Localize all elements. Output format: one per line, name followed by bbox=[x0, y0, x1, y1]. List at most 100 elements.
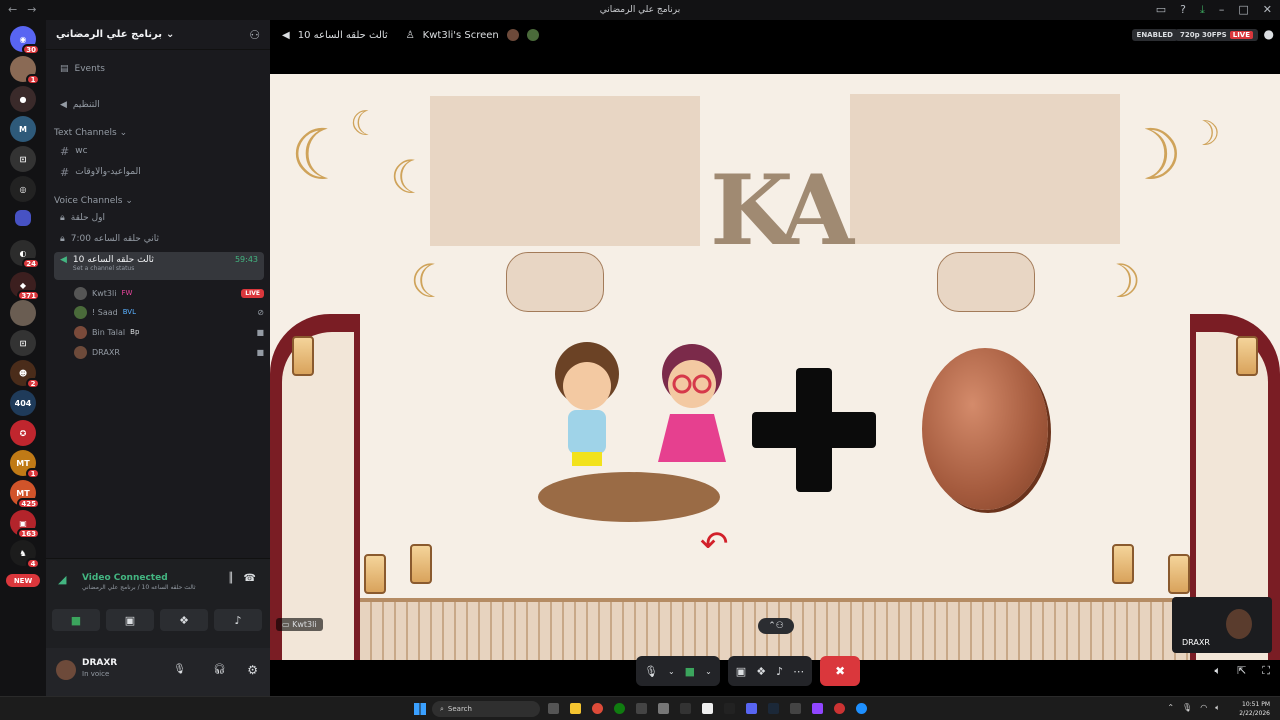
server-icon[interactable]: ◎ bbox=[10, 176, 36, 202]
username[interactable]: DRAXR bbox=[82, 658, 117, 668]
voice-channel-active[interactable]: ◀ ثالث حلقه الساعه 10 Set a channel stat… bbox=[54, 252, 264, 280]
text-channel-schedule[interactable]: # المواعيد-والاوقات bbox=[54, 163, 264, 181]
server-icon[interactable]: 404 bbox=[10, 390, 36, 416]
server-icon[interactable]: 1 bbox=[10, 56, 40, 85]
category-voice[interactable]: Voice Channels ⌄ bbox=[54, 196, 133, 206]
app-icon[interactable] bbox=[724, 703, 735, 714]
xbox-icon[interactable] bbox=[614, 703, 625, 714]
category-text[interactable]: Text Channels ⌄ bbox=[54, 128, 127, 138]
app-icon[interactable] bbox=[834, 703, 845, 714]
app-icon[interactable] bbox=[702, 703, 713, 714]
home-discord-icon[interactable]: ◉ 30 bbox=[10, 26, 40, 55]
camera-button[interactable]: ■ bbox=[52, 609, 100, 631]
noise-suppression-icon[interactable]: ║ bbox=[228, 573, 234, 584]
server-icon[interactable]: ☻ 2 bbox=[10, 360, 40, 389]
member-name: Bin Talal bbox=[92, 327, 126, 337]
download-icon[interactable]: ⤓ bbox=[1200, 3, 1205, 17]
chevron-down-icon[interactable]: ⌄ bbox=[705, 667, 712, 676]
more-options-icon[interactable]: ⋯ bbox=[793, 665, 804, 678]
voice-status-subtitle[interactable]: ثالث حلقه الساعه 10 / برنامج علي الرمضان… bbox=[82, 584, 196, 591]
app-icon[interactable] bbox=[812, 703, 823, 714]
popout-icon[interactable]: ⇱ bbox=[1237, 664, 1246, 678]
voice-member[interactable]: Bin Talal Bp ■ bbox=[74, 323, 264, 341]
microphone-icon[interactable]: 🎙︎ bbox=[644, 665, 658, 678]
server-icon[interactable]: ● bbox=[10, 86, 36, 112]
activities-button[interactable]: ❖ bbox=[160, 609, 208, 631]
member-name: DRAXR bbox=[92, 347, 120, 357]
voice-channel-1[interactable]: 🔒︎ اول حلقة bbox=[54, 209, 264, 227]
events-item[interactable]: ▤ Events bbox=[54, 60, 264, 78]
microphone-icon[interactable]: 🎙︎ bbox=[173, 664, 186, 675]
chrome-icon[interactable] bbox=[592, 703, 603, 714]
end-call-button[interactable]: ✖ bbox=[820, 656, 861, 686]
server-icon[interactable]: ▣ 163 bbox=[10, 510, 40, 539]
soundboard-button[interactable]: ♪ bbox=[214, 609, 262, 631]
taskbar-search[interactable]: ⌕ Search bbox=[432, 701, 540, 717]
headphones-icon[interactable]: 🎧︎ bbox=[213, 664, 226, 675]
channel-status-placeholder[interactable]: Set a channel status bbox=[73, 265, 154, 272]
camera-icon[interactable]: ■ bbox=[685, 665, 695, 678]
expand-participants-button[interactable]: ⌃⚇ bbox=[758, 618, 794, 634]
speaker-icon: ◀ bbox=[282, 29, 290, 41]
inbox-icon[interactable]: ▭ bbox=[1156, 3, 1166, 17]
server-icon[interactable]: MT 425 bbox=[10, 480, 40, 509]
fullscreen-icon[interactable]: ⛶ bbox=[1262, 664, 1270, 678]
app-icon[interactable] bbox=[680, 703, 691, 714]
voice-member[interactable]: DRAXR ■ bbox=[74, 343, 264, 361]
category-label: Voice Channels bbox=[54, 196, 123, 206]
server-header[interactable]: برنامج علي الرمضاني ⌄ ⚇ bbox=[46, 20, 270, 50]
screen-share-icon: ▣ bbox=[124, 613, 136, 627]
close-icon[interactable]: ✕ bbox=[1263, 3, 1272, 17]
steam-icon[interactable] bbox=[768, 703, 779, 714]
disconnect-icon[interactable]: ☎ bbox=[244, 573, 256, 584]
help-icon[interactable]: ? bbox=[1180, 3, 1186, 17]
folder-icon[interactable] bbox=[15, 210, 31, 226]
new-badge[interactable]: NEW bbox=[6, 574, 40, 587]
lock-icon[interactable]: ⊡ bbox=[10, 330, 36, 356]
server-icon[interactable]: ◆ 371 bbox=[10, 272, 40, 301]
windows-start-icon[interactable] bbox=[414, 703, 426, 715]
app-icon[interactable] bbox=[790, 703, 801, 714]
soundboard-icon[interactable]: ♪ bbox=[776, 665, 783, 678]
wifi-icon[interactable]: ◠ bbox=[1200, 703, 1207, 713]
chevron-down-icon[interactable]: ⌄ bbox=[668, 667, 675, 676]
discord-icon[interactable] bbox=[746, 703, 757, 714]
activities-icon[interactable]: ❖ bbox=[756, 665, 766, 678]
channel-organize[interactable]: ◀ التنظيم bbox=[54, 96, 264, 114]
chevron-up-icon[interactable]: ⌃ bbox=[1167, 703, 1174, 713]
server-icon[interactable] bbox=[10, 300, 36, 326]
settings-gear-icon[interactable]: ⚙ bbox=[247, 663, 258, 677]
signal-icon[interactable]: ◢ bbox=[58, 573, 66, 586]
voice-member[interactable]: ! Saad BVL ⊘ bbox=[74, 303, 264, 321]
server-icon[interactable]: ✪ bbox=[10, 420, 36, 446]
microphone-icon[interactable]: 🎙︎ bbox=[1182, 703, 1192, 713]
server-icon[interactable]: ◐ 24 bbox=[10, 240, 40, 269]
maximize-icon[interactable]: □ bbox=[1238, 3, 1248, 17]
app-icon[interactable] bbox=[658, 703, 669, 714]
answer-box bbox=[430, 96, 700, 246]
server-icon[interactable]: ♞ 4 bbox=[10, 540, 40, 569]
system-clock[interactable]: 10:51 PM 2/22/2026 bbox=[1239, 700, 1270, 718]
lantern-icon bbox=[364, 554, 386, 594]
voice-channel-2[interactable]: 🔒︎ ثاني حلقه الساعه 7:00 bbox=[54, 230, 264, 248]
minimize-icon[interactable]: – bbox=[1219, 3, 1225, 17]
server-icon[interactable]: M bbox=[10, 116, 36, 142]
lock-icon[interactable]: ⊡ bbox=[10, 146, 36, 172]
user-avatar[interactable] bbox=[56, 660, 76, 680]
voice-member[interactable]: Kwt3li FW LIVE bbox=[74, 284, 264, 302]
server-icon[interactable]: MT 1 bbox=[10, 450, 40, 479]
end-call-icon: ✖ bbox=[835, 664, 846, 678]
app-icon[interactable] bbox=[856, 703, 867, 714]
share-screen-button[interactable]: ▣ bbox=[106, 609, 154, 631]
file-explorer-icon[interactable] bbox=[570, 703, 581, 714]
channel-name[interactable]: ثالث حلقه الساعه 10 bbox=[298, 30, 388, 41]
volume-icon[interactable]: 🔈︎ bbox=[1214, 664, 1221, 678]
screen-share-icon[interactable]: ▣ bbox=[736, 665, 746, 678]
app-icon[interactable] bbox=[636, 703, 647, 714]
volume-icon[interactable]: 🔈︎ bbox=[1215, 703, 1220, 713]
task-view-icon[interactable] bbox=[548, 703, 559, 714]
add-member-icon[interactable]: ⚇ bbox=[249, 28, 260, 42]
chat-icon[interactable]: ● bbox=[1264, 27, 1274, 41]
text-channel-wc[interactable]: # wc bbox=[54, 142, 264, 160]
self-camera-preview[interactable]: DRAXR bbox=[1172, 597, 1272, 653]
